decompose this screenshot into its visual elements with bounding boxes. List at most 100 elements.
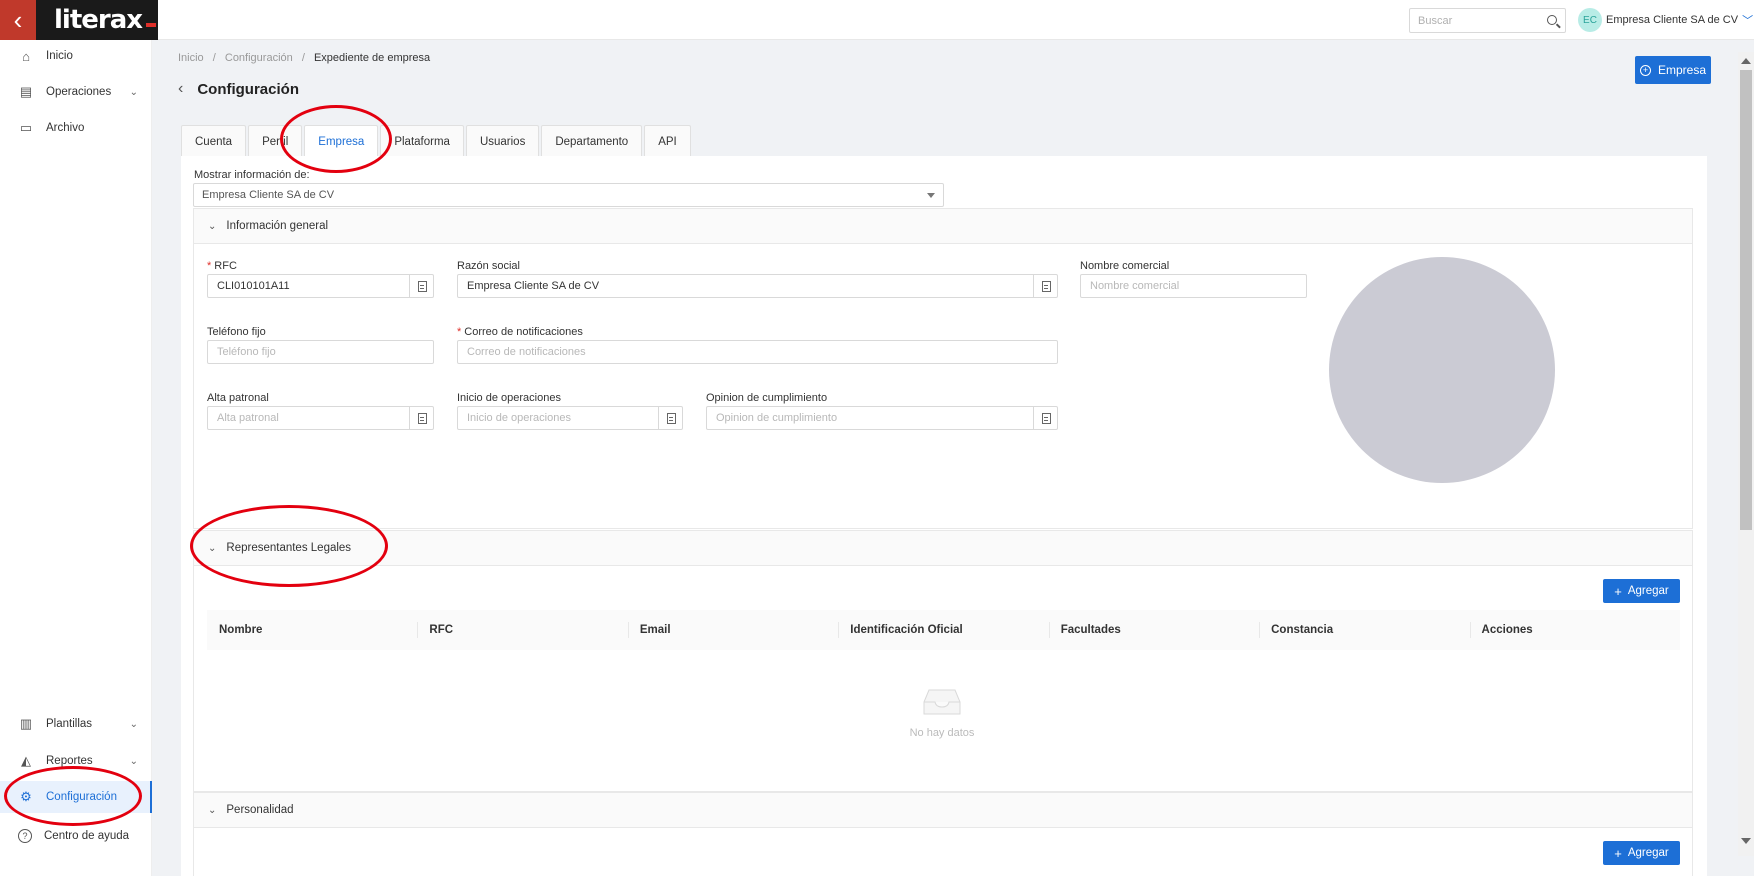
empty-inbox-icon (923, 689, 961, 715)
company-logo-placeholder[interactable] (1329, 257, 1555, 483)
add-personality-button[interactable]: + Agregar (1603, 841, 1680, 865)
add-legal-rep-label: Agregar (1627, 585, 1669, 597)
tab-cuenta[interactable]: Cuenta (181, 125, 247, 157)
literax-logo: literax (54, 5, 157, 35)
tab-perfil[interactable]: Perfil (248, 125, 303, 157)
chevron-down-icon: ⌄ (208, 804, 217, 816)
rfc-label: * RFC (207, 260, 237, 272)
sidebar-item-label: Configuración (46, 791, 117, 803)
user-menu[interactable]: EC Empresa Cliente SA de CV ﹀ (1578, 8, 1754, 32)
company-select-value: Empresa Cliente SA de CV (202, 189, 335, 201)
home-icon: ⌂ (22, 48, 30, 64)
sidebar-item-label: Archivo (46, 122, 85, 134)
section-title: Representantes Legales (226, 542, 352, 554)
alta-patronal-upload-button[interactable] (409, 406, 434, 430)
tab-usuarios[interactable]: Usuarios (465, 125, 540, 157)
column-header-nombre: Nombre (219, 624, 263, 636)
document-icon (417, 280, 427, 292)
opinion-cumplimiento-field[interactable] (706, 406, 1058, 430)
collapse-sidebar-button[interactable]: ‹ (0, 0, 36, 40)
search-box (1409, 8, 1566, 33)
rfc-upload-button[interactable] (409, 274, 434, 298)
section-personalidad-body (193, 828, 1693, 876)
rfc-label-text: RFC (214, 260, 237, 272)
inicio-operaciones-label: Inicio de operaciones (457, 392, 561, 404)
tab-plataforma[interactable]: Plataforma (380, 125, 464, 157)
user-name: Empresa Cliente SA de CV (1606, 14, 1739, 26)
help-icon: ? (18, 829, 32, 843)
templates-icon: ▥ (19, 716, 33, 731)
breadcrumb-inicio[interactable]: Inicio (178, 52, 204, 64)
sidebar-item-label: Reportes (46, 755, 93, 767)
plus-icon: + (1614, 583, 1622, 599)
alta-patronal-label: Alta patronal (207, 392, 269, 404)
nombre-comercial-field[interactable] (1080, 274, 1307, 298)
empty-state-text: No hay datos (909, 727, 975, 739)
telefono-fijo-field[interactable] (207, 340, 434, 364)
column-header-identificacion: Identificación Oficial (838, 610, 1048, 650)
document-icon (1041, 412, 1051, 424)
sidebar-item-centro-ayuda[interactable]: ? Centro de ayuda (0, 820, 152, 852)
breadcrumb-separator: / (301, 52, 305, 64)
correo-field[interactable] (457, 340, 1058, 364)
scroll-up-arrow-icon[interactable] (1741, 58, 1751, 64)
inicio-operaciones-field[interactable] (457, 406, 683, 430)
column-header-acciones: Acciones (1469, 610, 1680, 650)
search-input[interactable] (1418, 10, 1538, 32)
rfc-field[interactable] (207, 274, 434, 298)
section-title: Información general (226, 220, 329, 232)
page-header: ‹ Configuración (178, 80, 299, 98)
chevron-down-icon: ﹀ (1742, 15, 1754, 27)
search-icon[interactable] (1547, 15, 1557, 25)
breadcrumb: Inicio / Configuración / Expediente de e… (178, 52, 430, 64)
sidebar-item-operaciones[interactable]: ▤ Operaciones ⌄ (0, 76, 152, 108)
add-legal-rep-button[interactable]: + Agregar (1603, 579, 1680, 603)
required-mark: * (457, 326, 462, 338)
scroll-down-arrow-icon[interactable] (1741, 838, 1751, 844)
section-representantes-legales[interactable]: ⌄ Representantes Legales (193, 530, 1693, 566)
page-title: Configuración (197, 80, 299, 98)
opinion-cumplimiento-upload-button[interactable] (1033, 406, 1058, 430)
top-bar: ‹ literax EC Empresa Cliente SA de CV ﹀ (0, 0, 1754, 40)
sidebar-item-label: Centro de ayuda (44, 830, 130, 842)
breadcrumb-current: Expediente de empresa (313, 52, 431, 64)
tab-api[interactable]: API (644, 125, 691, 157)
telefono-fijo-label: Teléfono fijo (207, 326, 266, 338)
inicio-operaciones-upload-button[interactable] (658, 406, 683, 430)
column-header-email: Email (627, 610, 838, 650)
sidebar-item-inicio[interactable]: ⌂ Inicio (0, 40, 152, 72)
section-personalidad[interactable]: ⌄ Personalidad (193, 792, 1693, 828)
sidebar-item-reportes[interactable]: ◭ Reportes ⌄ (0, 745, 152, 777)
document-icon (1041, 280, 1051, 292)
back-arrow-icon[interactable]: ‹ (178, 80, 183, 98)
brand-header: ‹ literax (0, 0, 158, 40)
document-icon (417, 412, 427, 424)
logo-accent-mark (146, 23, 157, 27)
avatar: EC (1578, 8, 1602, 32)
plus-icon: + (1614, 845, 1622, 861)
alta-patronal-field[interactable] (207, 406, 434, 430)
tab-empresa[interactable]: Empresa (304, 125, 379, 157)
sidebar-item-configuracion[interactable]: ⚙ Configuración (0, 781, 152, 813)
sidebar-item-archivo[interactable]: ▭ Archivo (0, 112, 152, 144)
company-select[interactable]: Empresa Cliente SA de CV (193, 183, 944, 207)
operations-icon: ▤ (19, 84, 33, 99)
tab-departamento[interactable]: Departamento (541, 125, 643, 157)
sidebar: ⌂ Inicio ▤ Operaciones ⌄ ▭ Archivo ▥ Pla… (0, 40, 152, 876)
chevron-down-icon: ⌄ (208, 220, 217, 232)
correo-label-text: Correo de notificaciones (464, 326, 583, 338)
sidebar-item-plantillas[interactable]: ▥ Plantillas ⌄ (0, 708, 152, 740)
scrollbar-thumb[interactable] (1740, 70, 1752, 530)
chevron-down-icon: ⌄ (208, 542, 217, 554)
razon-social-upload-button[interactable] (1033, 274, 1058, 298)
required-mark: * (207, 260, 212, 272)
correo-label: * Correo de notificaciones (457, 326, 583, 338)
section-representantes-legales-body (193, 566, 1693, 792)
section-informacion-general[interactable]: ⌄ Información general (193, 208, 1693, 244)
caret-down-icon (927, 193, 935, 198)
breadcrumb-configuracion[interactable]: Configuración (225, 52, 293, 64)
razon-social-field[interactable] (457, 274, 1058, 298)
document-icon (666, 412, 676, 424)
add-empresa-button[interactable]: + Empresa (1635, 56, 1711, 84)
nombre-comercial-label: Nombre comercial (1080, 260, 1170, 272)
